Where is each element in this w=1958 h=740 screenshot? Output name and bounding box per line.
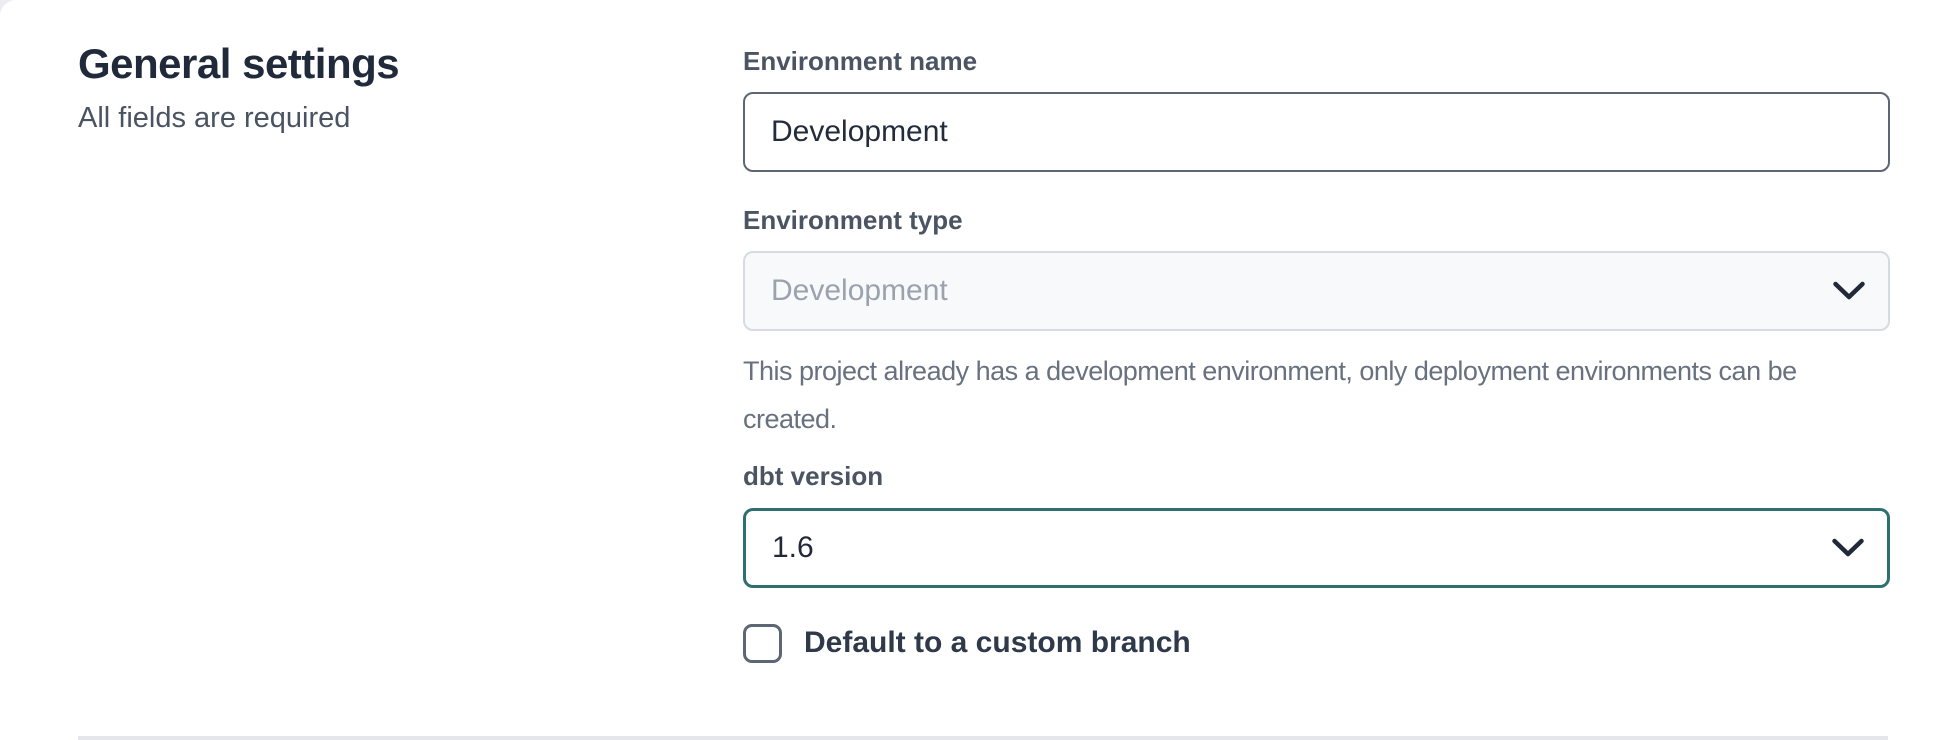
dbt-version-label: dbt version [743,461,1890,492]
settings-content: General settings All fields are required… [0,0,1958,663]
chevron-down-icon [1832,281,1866,301]
default-custom-branch-checkbox[interactable] [743,624,782,663]
default-custom-branch-row: Default to a custom branch [743,624,1890,663]
page-subtitle: All fields are required [78,102,743,135]
section-divider [78,736,1888,740]
general-settings-panel: General settings All fields are required… [0,0,1958,740]
dbt-version-select[interactable]: 1.6 [743,508,1890,588]
environment-name-label: Environment name [743,46,1890,77]
environment-type-label: Environment type [743,205,1890,236]
section-intro: General settings All fields are required [78,40,743,663]
environment-type-help-text: This project already has a development e… [743,347,1890,443]
settings-form: Environment name Environment type Develo… [743,40,1890,663]
dbt-version-selected-value: 1.6 [772,531,814,565]
default-custom-branch-label[interactable]: Default to a custom branch [804,626,1191,660]
chevron-down-icon [1831,538,1865,558]
environment-type-select: Development [743,251,1890,331]
environment-type-selected-value: Development [771,274,948,308]
page-title: General settings [78,40,743,88]
environment-name-input[interactable] [743,92,1890,172]
